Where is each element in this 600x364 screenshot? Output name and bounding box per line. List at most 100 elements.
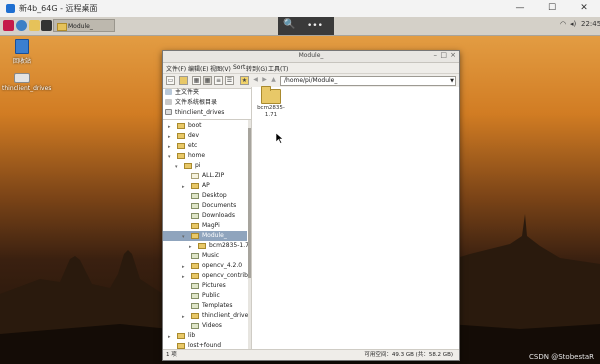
new-folder-icon[interactable] <box>179 76 188 85</box>
tree-item[interactable]: Templates <box>191 301 233 311</box>
close-button[interactable]: ✕ <box>568 0 600 17</box>
up-icon[interactable]: ▲ <box>269 76 278 85</box>
maximize-icon[interactable]: □ <box>440 51 447 59</box>
tree-item[interactable]: Documents <box>191 201 236 211</box>
menu-tools[interactable]: 工具(T) <box>268 64 288 73</box>
folder-icon <box>261 86 281 104</box>
raspberry-menu-icon[interactable] <box>3 20 14 31</box>
tree-item[interactable]: Pictures <box>191 281 226 291</box>
tree-item[interactable]: ▸ opencv_contrib_4.2.0 <box>182 271 251 281</box>
magnifier-icon[interactable]: 🔍 <box>283 19 295 30</box>
tree-item[interactable]: ▸ lib <box>168 331 195 341</box>
path-bar[interactable]: /home/pi/Module_ ▼ <box>280 76 456 86</box>
menu-sort[interactable]: Sort <box>233 64 245 71</box>
back-icon[interactable]: ◀ <box>251 76 260 85</box>
place-filesystem[interactable]: 文件系统根目录 <box>165 98 217 107</box>
maximize-button[interactable]: ☐ <box>536 0 568 17</box>
place-thinclient[interactable]: thinclient_drives ⏏ <box>165 108 259 117</box>
place-home[interactable]: 主文件夹 <box>165 88 199 97</box>
tree-item-label: Pictures <box>202 282 226 289</box>
menu-view[interactable]: 视图(V) <box>210 64 231 73</box>
desktop-icon-label: 回收站 <box>12 58 31 65</box>
directory-tree: ▸ boot ▸ dev ▸ etc ▾ home ▾ pi ALL.ZIP ▸ AP Desktop Do… <box>163 120 252 349</box>
tree-scrollbar[interactable] <box>248 120 251 349</box>
tree-item-label: opencv_contrib_4.2.0 <box>202 272 251 279</box>
tree-item[interactable]: ▸ thinclient_drives <box>182 311 251 321</box>
folder-icon <box>191 222 199 229</box>
tree-item[interactable]: ▾ pi <box>175 161 200 171</box>
tree-item[interactable]: ▸ opencv_4.2.0 <box>182 261 242 271</box>
expander-icon[interactable]: ▸ <box>182 312 185 322</box>
path-text: /home/pi/Module_ <box>284 77 338 84</box>
folder-icon <box>57 23 67 31</box>
tree-item-label: Desktop <box>202 192 227 199</box>
expander-icon[interactable]: ▸ <box>168 332 171 342</box>
expander-icon[interactable]: ▸ <box>182 182 185 192</box>
tree-item-label: home <box>188 152 206 159</box>
home-icon <box>165 89 172 95</box>
thumbnail-view-icon[interactable]: ▦ <box>203 76 212 85</box>
remote-desktop-app-icon <box>6 4 15 13</box>
taskbar-item-file-manager[interactable]: Module_ <box>53 19 115 32</box>
minimize-icon[interactable]: – <box>434 51 438 59</box>
tree-item[interactable]: Videos <box>191 321 222 331</box>
expander-icon[interactable]: ▸ <box>182 262 185 272</box>
close-icon[interactable]: × <box>450 51 456 59</box>
tree-item-label: boot <box>188 122 202 129</box>
tree-item[interactable]: ▸ etc <box>168 141 197 151</box>
folder-icon[interactable] <box>29 20 40 31</box>
folder-icon <box>191 292 199 299</box>
tree-item[interactable]: ▸ dev <box>168 131 200 141</box>
tree-item[interactable]: Music <box>191 251 219 261</box>
new-window-icon[interactable]: ▭ <box>166 76 175 85</box>
wifi-icon[interactable]: ◠ <box>560 20 566 28</box>
folder-icon <box>191 272 199 279</box>
list-view-icon[interactable]: ☰ <box>225 76 234 85</box>
tree-item[interactable]: MagPi <box>191 221 220 231</box>
tree-item[interactable]: Public <box>191 291 220 301</box>
chevron-down-icon[interactable]: ▼ <box>450 77 454 85</box>
folder-icon <box>177 332 185 339</box>
tree-item-label: lost+found <box>188 342 222 349</box>
forward-icon[interactable]: ▶ <box>260 76 269 85</box>
trash-icon <box>15 39 29 54</box>
bookmark-icon[interactable]: ★ <box>240 76 249 85</box>
expander-icon[interactable]: ▾ <box>175 162 178 172</box>
expander-icon[interactable]: ▸ <box>168 122 171 132</box>
expander-icon[interactable]: ▾ <box>168 152 171 162</box>
menu-go[interactable]: 转到(G) <box>246 64 267 73</box>
file-manager-titlebar[interactable]: Module_ – □ × <box>163 51 459 63</box>
tree-item[interactable]: ▸ bcm2835-1.71 <box>189 241 252 251</box>
terminal-icon[interactable] <box>41 20 52 31</box>
menu-bar: 文件(F) 编辑(E) 视图(V) Sort 转到(G) 工具(T) <box>163 63 459 74</box>
tree-item[interactable]: ALL.ZIP <box>191 171 224 181</box>
tree-item[interactable]: ▸ boot <box>168 121 202 131</box>
tree-item[interactable]: lost+found <box>177 341 221 349</box>
expander-icon[interactable]: ▸ <box>168 132 171 142</box>
menu-file[interactable]: 文件(F) <box>166 64 186 73</box>
tree-item-label: Module_ <box>202 232 227 239</box>
expander-icon[interactable]: ▾ <box>182 232 185 242</box>
tree-item[interactable]: ▾ Module_ <box>163 231 247 241</box>
tree-item[interactable]: Desktop <box>191 191 227 201</box>
menu-edit[interactable]: 编辑(E) <box>188 64 208 73</box>
tree-item-label: dev <box>188 132 200 139</box>
tree-item[interactable]: ▾ home <box>168 151 206 161</box>
compact-view-icon[interactable]: ≡ <box>214 76 223 85</box>
desktop-icon-trash[interactable]: 回收站 <box>8 39 36 65</box>
file-list-pane: bcm2835-1.71 <box>252 86 459 349</box>
tree-item-label: bcm2835-1.71 <box>209 242 252 249</box>
tree-item[interactable]: ▸ AP <box>182 181 210 191</box>
browser-icon[interactable] <box>16 20 27 31</box>
volume-icon[interactable]: ◂) <box>570 20 576 28</box>
icon-view-icon[interactable]: ▦ <box>192 76 201 85</box>
tree-item[interactable]: Downloads <box>191 211 235 221</box>
minimize-button[interactable]: — <box>504 0 536 17</box>
expander-icon[interactable]: ▸ <box>168 142 171 152</box>
file-item-bcm2835[interactable]: bcm2835-1.71 <box>256 86 286 119</box>
scrollbar-thumb[interactable] <box>248 128 251 278</box>
folder-icon <box>191 252 199 259</box>
expander-icon[interactable]: ▸ <box>182 272 185 282</box>
desktop-icon-thinclient[interactable]: thinclient_drives <box>2 73 51 92</box>
more-button[interactable]: ••• <box>307 21 323 31</box>
